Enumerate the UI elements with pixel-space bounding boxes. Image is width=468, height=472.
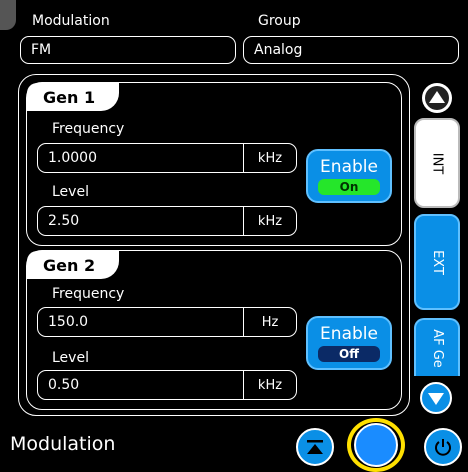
gen1-level-unit: kHz <box>257 213 283 229</box>
home-button[interactable] <box>347 418 405 472</box>
gen1-enable-label: Enable <box>320 157 378 177</box>
gen1-frequency-unit: kHz <box>257 150 283 166</box>
gen1-title-text: Gen 1 <box>43 87 96 107</box>
footer-title: Modulation <box>10 433 116 455</box>
modulation-label: Modulation <box>32 13 110 29</box>
gen1-frequency-value: 1.0000 <box>48 150 97 166</box>
gen1-frequency-label: Frequency <box>52 121 125 137</box>
gen2-level-field[interactable]: 0.50 kHz <box>37 370 297 400</box>
gen2-title: Gen 2 <box>27 251 119 279</box>
scroll-up-icon <box>425 86 449 110</box>
gen1-level-label: Level <box>52 184 89 200</box>
gen1-level-field[interactable]: 2.50 kHz <box>37 206 297 236</box>
gen2-frequency-value: 150.0 <box>48 314 89 330</box>
modulation-value: FM <box>31 42 52 58</box>
home-button-core <box>354 423 398 467</box>
scroll-up-button[interactable] <box>422 83 452 113</box>
gen2-frequency-label: Frequency <box>52 286 125 302</box>
tab-af-gen[interactable]: AF Ge <box>414 318 460 376</box>
gen2-title-text: Gen 2 <box>43 255 96 275</box>
corner-tab <box>0 0 16 30</box>
group-value: Analog <box>254 42 303 58</box>
modulation-field[interactable]: FM <box>20 36 236 64</box>
gen1-frequency-field[interactable]: 1.0000 kHz <box>37 143 297 173</box>
gen2-level-unit: kHz <box>257 377 283 393</box>
gen2-enable-label: Enable <box>320 324 378 344</box>
gen1-enable-button[interactable]: Enable On <box>306 149 392 203</box>
scroll-down-icon <box>428 393 444 405</box>
power-button[interactable] <box>424 428 462 466</box>
tab-ext[interactable]: EXT <box>414 214 460 310</box>
gen2-enable-state: Off <box>318 346 380 362</box>
collapse-up-icon <box>307 440 323 454</box>
gen2-frequency-field[interactable]: 150.0 Hz <box>37 307 297 337</box>
group-field[interactable]: Analog <box>243 36 459 64</box>
tab-int-label: INT <box>429 152 445 174</box>
tab-af-gen-label: AF Ge <box>429 328 445 368</box>
group-label: Group <box>258 13 301 29</box>
gen1-title: Gen 1 <box>27 83 119 111</box>
gen1-level-value: 2.50 <box>48 213 80 229</box>
collapse-button[interactable] <box>296 428 334 466</box>
gen2-enable-button[interactable]: Enable Off <box>306 316 392 370</box>
gen2-level-value: 0.50 <box>48 377 80 393</box>
tab-int[interactable]: INT <box>414 118 460 208</box>
scroll-down-button[interactable] <box>420 382 452 414</box>
gen2-frequency-unit: Hz <box>261 314 279 330</box>
gen2-level-label: Level <box>52 350 89 366</box>
tab-ext-label: EXT <box>429 249 445 275</box>
power-icon <box>435 439 451 456</box>
gen1-enable-state: On <box>318 179 380 195</box>
